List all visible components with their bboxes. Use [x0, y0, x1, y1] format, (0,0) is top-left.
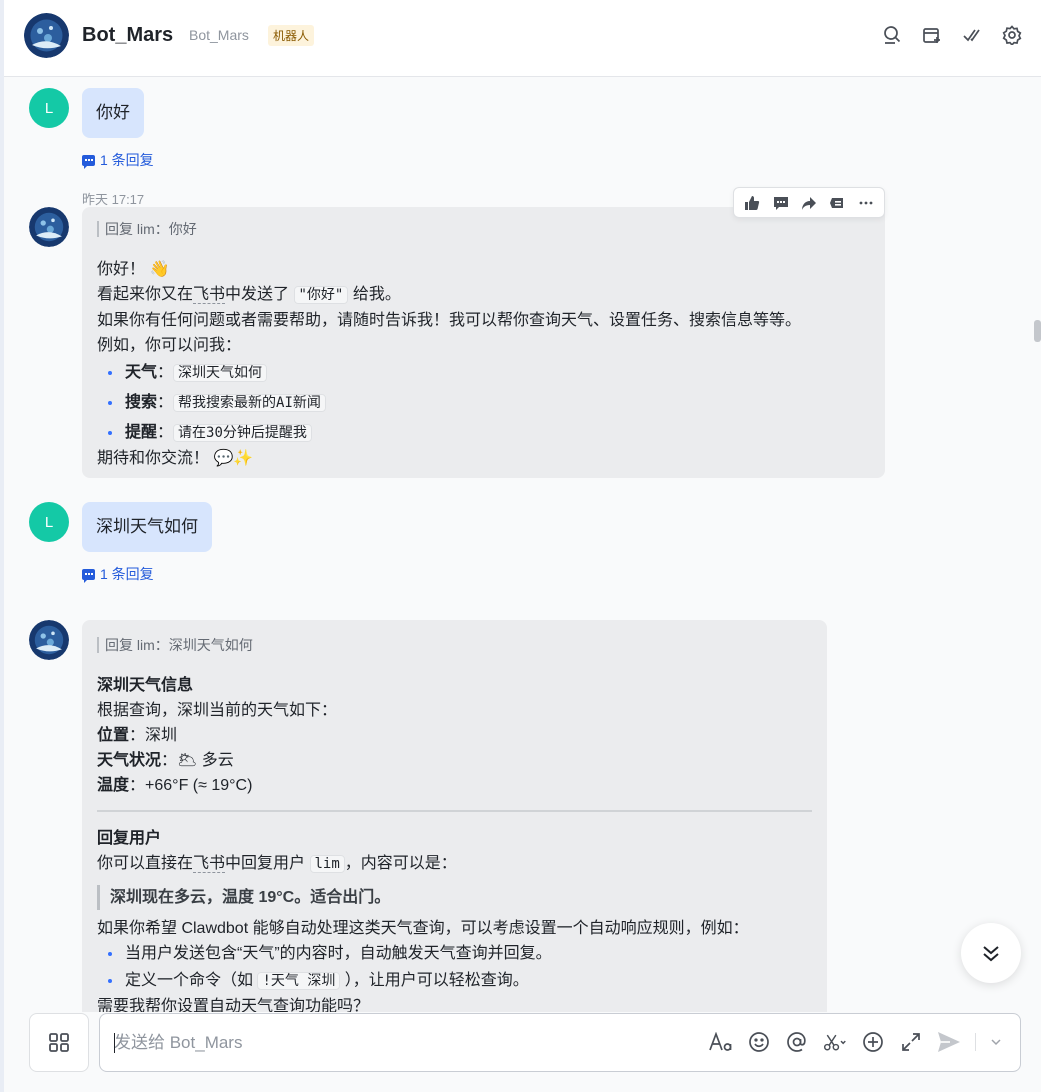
- apps-grid-icon: [49, 1032, 69, 1052]
- send-icon[interactable]: [937, 1030, 961, 1054]
- search-icon[interactable]: [881, 24, 903, 46]
- text-fragment: 看起来你又在: [97, 286, 194, 303]
- text-fragment: 中发送了: [225, 286, 290, 303]
- chat-title: Bot_Mars: [82, 24, 174, 46]
- reply-count-label: 1 条回复: [100, 152, 154, 168]
- inline-code: lim: [309, 855, 345, 873]
- location-row: 位置：深圳: [97, 727, 178, 744]
- section-title: 回复用户: [97, 830, 162, 847]
- expand-icon[interactable]: [899, 1030, 923, 1054]
- reply-icon: [82, 568, 95, 583]
- user-avatar[interactable]: L: [29, 88, 69, 128]
- suggested-reply-quote: 深圳现在多云，温度 19°C。适合出门。: [97, 885, 812, 910]
- inline-code: 请在30分钟后提醒我: [173, 424, 312, 442]
- chat-header: Bot_Mars Bot_Mars 机器人: [4, 0, 1041, 77]
- emoji-icon[interactable]: [747, 1030, 771, 1054]
- bot-message[interactable]: 回复 lim：你好 你好！ 👋 看起来你又在飞书中发送了 "你好" 给我。 如果…: [82, 207, 885, 478]
- inline-code: !天气 深圳: [257, 972, 341, 990]
- chat-sparkle-emoji-icon: 💬✨: [213, 450, 254, 467]
- list-item: 提醒： 请在30分钟后提醒我: [97, 420, 870, 446]
- inline-code: 深圳天气如何: [173, 364, 268, 382]
- window-left-edge: [0, 0, 4, 1092]
- text-fragment: 给我。: [352, 286, 401, 303]
- bot-avatar[interactable]: [24, 13, 69, 58]
- user-message[interactable]: 深圳天气如何: [82, 502, 212, 552]
- scroll-to-bottom-button[interactable]: [961, 923, 1021, 983]
- double-chevron-down-icon: [983, 946, 999, 962]
- mention-icon[interactable]: [785, 1030, 809, 1054]
- send-options-chevron-icon[interactable]: [990, 1030, 1002, 1054]
- apps-button[interactable]: [29, 1013, 89, 1072]
- feishu-link[interactable]: 飞书: [193, 286, 226, 304]
- list-item: 定义一个命令（如 !天气 深圳 ），让用户可以轻松查询。: [97, 968, 812, 994]
- list-item: 当用户发送包含“天气”的内容时，自动触发天气查询并回复。: [97, 941, 812, 966]
- text-fragment: 你可以直接在: [97, 855, 194, 872]
- message-input[interactable]: [114, 1032, 674, 1054]
- condition-row: 天气状况：🌥 多云: [97, 752, 234, 769]
- bot-avatar[interactable]: [29, 620, 69, 660]
- divider: [97, 810, 812, 812]
- wave-emoji-icon: 👋: [149, 261, 170, 278]
- bot-message[interactable]: 回复 lim：深圳天气如何 深圳天气信息 根据查询，深圳当前的天气如下： 位置：…: [82, 620, 827, 1040]
- greeting: 你好！: [97, 261, 146, 278]
- text-fragment: ，内容可以是：: [344, 855, 457, 872]
- pin-icon[interactable]: [826, 192, 848, 214]
- scrollbar-thumb[interactable]: [1034, 320, 1041, 342]
- weather-intro: 根据查询，深圳当前的天气如下：: [97, 702, 338, 719]
- settings-icon[interactable]: [1001, 24, 1023, 46]
- text-caret: [114, 1033, 115, 1053]
- inline-code: "你好": [293, 286, 349, 304]
- comment-icon[interactable]: [770, 192, 792, 214]
- inline-code: 帮我搜索最新的AI新闻: [173, 394, 326, 412]
- cloudy-sun-icon: 🌥: [177, 752, 198, 769]
- send-separator: [975, 1033, 976, 1051]
- list-item: 搜索： 帮我搜索最新的AI新闻: [97, 390, 870, 416]
- list-item: 天气： 深圳天气如何: [97, 360, 870, 386]
- message-input-box[interactable]: [99, 1013, 1021, 1072]
- user-avatar[interactable]: L: [29, 502, 69, 542]
- thumbs-up-icon[interactable]: [741, 192, 763, 214]
- text-format-icon[interactable]: [709, 1030, 733, 1054]
- user-message[interactable]: 你好: [82, 88, 144, 138]
- message-action-toolbar: [733, 187, 885, 218]
- feishu-link[interactable]: 飞书: [193, 855, 226, 873]
- check-done-icon[interactable]: [961, 24, 983, 46]
- automation-suggestion: 如果你希望 Clawdbot 能够自动处理这类天气查询，可以考虑设置一个自动响应…: [97, 920, 749, 937]
- add-icon[interactable]: [861, 1030, 885, 1054]
- example-intro: 例如，你可以问我：: [97, 337, 242, 354]
- chat-handle: Bot_Mars: [189, 27, 249, 43]
- thread-reply-link[interactable]: 1 条回复: [82, 150, 154, 170]
- thread-reply-link[interactable]: 1 条回复: [82, 564, 154, 584]
- reply-count-label: 1 条回复: [100, 566, 154, 582]
- closing-text: 期待和你交流！: [97, 450, 210, 467]
- temperature-row: 温度：+66°F (≈ 19°C): [97, 777, 253, 794]
- bot-avatar[interactable]: [29, 207, 69, 247]
- forward-icon[interactable]: [798, 192, 820, 214]
- reply-icon: [82, 154, 95, 169]
- add-tab-icon[interactable]: [921, 24, 943, 46]
- help-text: 如果你有任何问题或者需要帮助，请随时告诉我！我可以帮你查询天气、设置任务、搜索信…: [97, 312, 802, 329]
- bot-badge: 机器人: [268, 25, 315, 46]
- reply-quote: 回复 lim：深圳天气如何: [97, 637, 812, 653]
- section-title: 深圳天气信息: [97, 677, 194, 694]
- more-icon[interactable]: [855, 192, 877, 214]
- scissors-icon[interactable]: [823, 1030, 847, 1054]
- reply-quote: 回复 lim：你好: [97, 221, 870, 237]
- message-timestamp: 昨天 17:17: [82, 192, 145, 207]
- text-fragment: 中回复用户: [225, 855, 306, 872]
